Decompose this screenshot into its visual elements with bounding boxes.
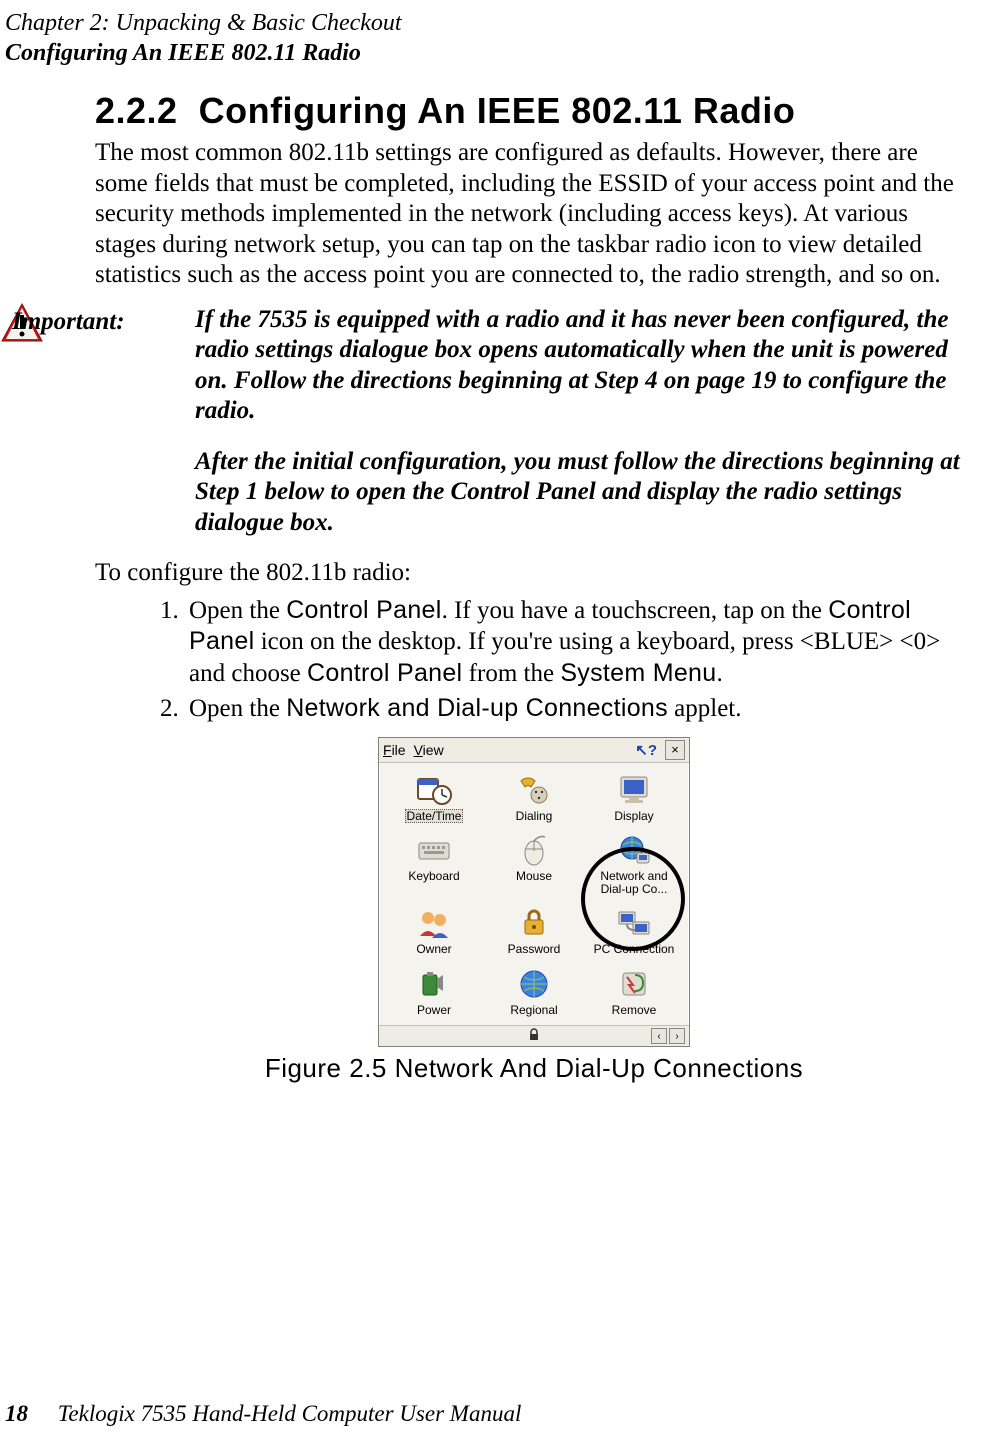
book-title: Teklogix 7535 Hand-Held Computer User Ma… <box>58 1401 522 1426</box>
step-2: Open the Network and Dial-up Connections… <box>185 693 973 725</box>
help-icon[interactable]: ↖? <box>635 741 657 759</box>
running-header: Chapter 2: Unpacking & Basic Checkout Co… <box>5 8 402 68</box>
cp-item-pcconnection[interactable]: PC Connection <box>585 904 683 961</box>
cp-label: Owner <box>414 942 453 957</box>
section-title: Configuring An IEEE 802.11 Radio <box>199 90 796 131</box>
scrollbar-right[interactable]: ‹ › <box>651 1028 685 1044</box>
step-1: Open the Control Panel. If you have a to… <box>185 595 973 690</box>
scroll-right-arrow[interactable]: › <box>669 1028 685 1044</box>
cp-item-datetime[interactable]: Date/Time <box>385 771 483 828</box>
figure-caption: Figure 2.5 Network And Dial-Up Connectio… <box>95 1053 973 1084</box>
menu-view[interactable]: View <box>414 742 444 758</box>
datetime-icon <box>415 773 453 807</box>
ui-control-panel-3: Control Panel <box>307 659 462 687</box>
control-panel-window: File View ↖? × Date/Time <box>378 737 690 1048</box>
network-icon <box>615 833 653 867</box>
section-heading: 2.2.2 Configuring An IEEE 802.11 Radio <box>95 90 973 132</box>
figure: File View ↖? × Date/Time <box>95 737 973 1085</box>
ui-network-dialup: Network and Dial-up Connections <box>286 694 668 722</box>
page-footer: 18 Teklogix 7535 Hand-Held Computer User… <box>5 1401 521 1427</box>
important-text-1: If the 7535 is equipped with a radio and… <box>195 305 973 427</box>
pcconnection-icon <box>615 906 653 940</box>
cp-label: Regional <box>508 1003 559 1018</box>
page-number: 18 <box>5 1401 28 1426</box>
intro-paragraph: The most common 802.11b settings are con… <box>95 138 973 291</box>
cp-label: Remove <box>610 1003 659 1018</box>
important-text-2: After the initial configuration, you mus… <box>195 447 973 539</box>
cp-label: PC Connection <box>592 942 677 957</box>
control-panel-menubar: File View ↖? × <box>379 738 689 763</box>
menu-file[interactable]: File <box>383 742 406 758</box>
display-icon <box>615 773 653 807</box>
instruction-lead: To configure the 802.11b radio: <box>95 558 973 589</box>
cp-label: Mouse <box>514 869 554 884</box>
mouse-icon <box>515 833 553 867</box>
scroll-left-arrow[interactable]: ‹ <box>651 1028 667 1044</box>
regional-icon <box>515 967 553 1001</box>
cp-item-display[interactable]: Display <box>585 771 683 828</box>
subhead-line: Configuring An IEEE 802.11 Radio <box>5 38 402 68</box>
remove-icon <box>615 967 653 1001</box>
dialing-icon <box>515 773 553 807</box>
cp-item-regional[interactable]: Regional <box>485 965 583 1022</box>
important-label: Important: <box>12 308 182 336</box>
cp-label: Date/Time <box>405 809 464 824</box>
owner-icon <box>415 906 453 940</box>
cp-item-owner[interactable]: Owner <box>385 904 483 961</box>
control-panel-statusbar: ‹ › <box>379 1025 689 1046</box>
lock-icon <box>527 1028 541 1045</box>
cp-item-mouse[interactable]: Mouse <box>485 831 583 900</box>
cp-label: Dialing <box>514 809 555 824</box>
ui-system-menu: System Menu <box>560 659 716 687</box>
close-icon[interactable]: × <box>665 740 685 760</box>
cp-label: Network and Dial-up Co... <box>585 869 683 896</box>
power-icon <box>415 967 453 1001</box>
important-note: Important: If the 7535 is equipped with … <box>95 305 973 539</box>
cp-item-network[interactable]: Network and Dial-up Co... <box>585 831 683 900</box>
cp-item-dialing[interactable]: Dialing <box>485 771 583 828</box>
cp-item-password[interactable]: Password <box>485 904 583 961</box>
cp-label: Keyboard <box>406 869 461 884</box>
ui-control-panel-1: Control Panel <box>286 596 441 624</box>
cp-item-remove[interactable]: Remove <box>585 965 683 1022</box>
cp-label: Display <box>612 809 655 824</box>
cp-item-power[interactable]: Power <box>385 965 483 1022</box>
cp-label: Power <box>415 1003 453 1018</box>
cp-label: Password <box>506 942 563 957</box>
password-icon <box>515 906 553 940</box>
control-panel-grid: Date/Time Dialing Display <box>379 763 689 1026</box>
cp-item-keyboard[interactable]: Keyboard <box>385 831 483 900</box>
step-list: Open the Control Panel. If you have a to… <box>95 595 973 725</box>
keyboard-icon <box>415 833 453 867</box>
section-number: 2.2.2 <box>95 90 178 131</box>
chapter-line: Chapter 2: Unpacking & Basic Checkout <box>5 8 402 38</box>
